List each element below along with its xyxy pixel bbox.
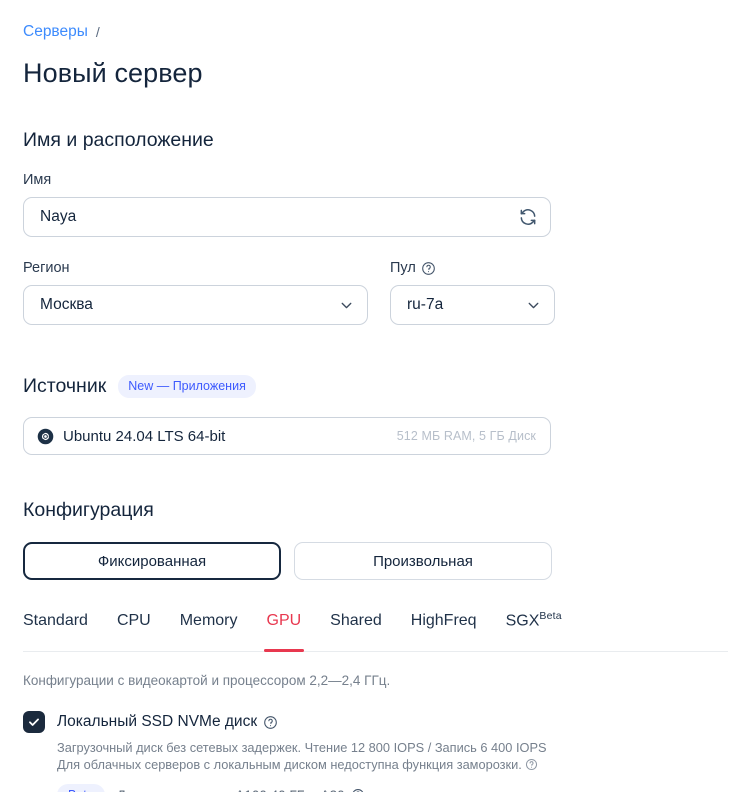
chevron-down-icon [338, 297, 355, 314]
tab-highfreq-label: HighFreq [410, 612, 477, 630]
region-field: Регион Москва [23, 259, 368, 325]
section-title-source: Источник [23, 375, 107, 397]
tab-gpu[interactable]: GPU [263, 612, 304, 653]
configuration-tabs: Standard CPU Memory GPU Shared HighFreq … [23, 610, 728, 653]
pool-field: Пул ru-7a [390, 259, 555, 325]
region-selected-value: Москва [40, 296, 93, 313]
local-ssd-title: Локальный SSD NVMe диск [57, 713, 258, 731]
local-ssd-checkbox[interactable] [23, 711, 45, 734]
tab-highfreq[interactable]: HighFreq [411, 612, 477, 640]
pool-selected-value: ru-7a [407, 296, 444, 313]
local-ssd-availability-text-row: Доступен только с A100 40 ГБ и A30 [117, 788, 366, 792]
region-pool-row: Регион Москва Пул ru-7a [23, 259, 742, 325]
region-select[interactable]: Москва [23, 285, 368, 325]
tab-standard[interactable]: Standard [23, 612, 88, 640]
segment-custom[interactable]: Произвольная [294, 542, 552, 580]
local-ssd-option: Локальный SSD NVMe диск Загрузочный диск… [23, 711, 742, 792]
pool-select[interactable]: ru-7a [390, 285, 555, 325]
tab-memory[interactable]: Memory [180, 612, 238, 640]
source-header: Источник New — Приложения [23, 373, 742, 399]
tab-sgx[interactable]: SGXBeta [506, 610, 562, 640]
source-os-name: Ubuntu 24.04 LTS 64-bit [63, 427, 226, 445]
breadcrumb-link-servers[interactable]: Серверы [23, 22, 88, 42]
name-field-label: Имя [23, 172, 52, 188]
ubuntu-icon [37, 428, 54, 445]
beta-badge: Beta [57, 784, 105, 792]
tab-sgx-beta-superscript: Beta [539, 610, 562, 622]
section-title-name-location: Имя и расположение [23, 129, 214, 151]
configuration-note: Конфигурации с видеокартой и процессором… [23, 673, 391, 689]
local-ssd-option-head: Локальный SSD NVMe диск [23, 711, 742, 734]
local-ssd-availability-text: Доступен только с A100 40 ГБ и A30 [117, 788, 345, 792]
new-apps-badge[interactable]: New — Приложения [118, 375, 256, 398]
local-ssd-title-row: Локальный SSD NVMe диск [57, 713, 278, 731]
segment-fixed[interactable]: Фиксированная [23, 542, 281, 580]
configuration-type-segmented-control: Фиксированная Произвольная [23, 542, 742, 580]
pool-label: Пул [390, 260, 416, 276]
local-ssd-availability-row: Beta Доступен только с A100 40 ГБ и A30 [57, 784, 742, 792]
section-title-configuration: Конфигурация [23, 499, 154, 521]
tab-cpu[interactable]: CPU [117, 612, 151, 640]
server-name-input[interactable] [23, 197, 551, 237]
new-server-page: Серверы / Новый сервер Имя и расположени… [0, 0, 742, 792]
tab-shared[interactable]: Shared [330, 612, 382, 640]
tab-shared-label: Shared [330, 612, 382, 630]
question-circle-icon[interactable] [525, 758, 538, 771]
chevron-down-icon [525, 297, 542, 314]
region-label: Регион [23, 260, 70, 276]
breadcrumb: Серверы / [23, 22, 742, 42]
refresh-icon[interactable] [517, 206, 539, 228]
question-circle-icon[interactable] [351, 788, 366, 792]
question-circle-icon[interactable] [421, 261, 436, 276]
name-field-wrapper [23, 197, 551, 237]
pool-label-row: Пул [390, 259, 555, 278]
tab-sgx-label: SGX [505, 612, 540, 630]
page-title: Новый сервер [23, 58, 203, 88]
local-ssd-desc-line-2: Для облачных серверов с локальным диском… [57, 757, 522, 773]
source-os-specs: 512 МБ RAM, 5 ГБ Диск [396, 429, 536, 443]
question-circle-icon[interactable] [263, 715, 278, 730]
tab-cpu-label: CPU [116, 612, 151, 630]
breadcrumb-separator: / [95, 24, 100, 40]
local-ssd-description: Загрузочный диск без сетевых задержек. Ч… [57, 739, 657, 773]
local-ssd-desc-line-2-row: Для облачных серверов с локальным диском… [57, 756, 657, 773]
local-ssd-desc-line-1: Загрузочный диск без сетевых задержек. Ч… [57, 740, 547, 756]
source-os-card[interactable]: Ubuntu 24.04 LTS 64-bit 512 МБ RAM, 5 ГБ… [23, 417, 551, 455]
tab-standard-label: Standard [23, 612, 88, 630]
tab-memory-label: Memory [179, 612, 238, 630]
tab-gpu-label: GPU [266, 612, 302, 630]
